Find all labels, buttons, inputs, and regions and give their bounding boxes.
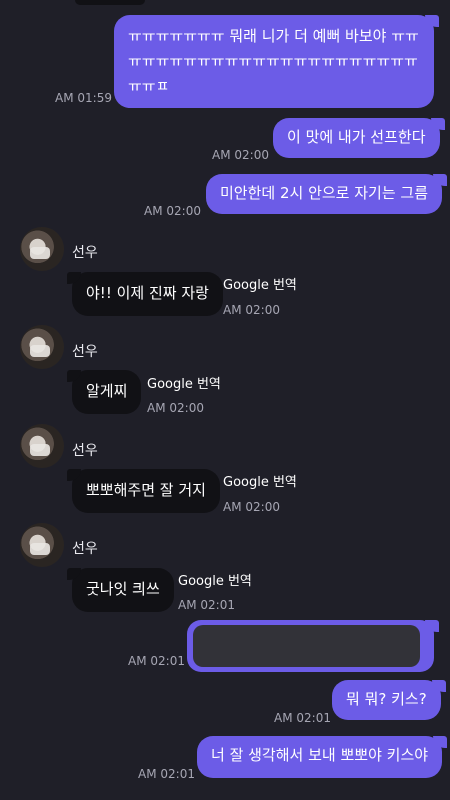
message-time: AM 02:01 bbox=[274, 711, 331, 725]
outgoing-message[interactable]: ㅠㅠㅠㅠㅠㅠㅠ 뭐래 니가 더 예뻐 바보야 ㅠㅠ ㅠㅠㅠㅠㅠㅠㅠㅠㅠㅠㅠㅠㅠㅠ… bbox=[114, 15, 439, 108]
message-time: AM 01:59 bbox=[55, 91, 112, 105]
message-time: AM 02:00 bbox=[144, 204, 201, 218]
sender-name: 선우 bbox=[72, 443, 98, 459]
redacted-outgoing-message[interactable] bbox=[187, 620, 439, 672]
message-text: 뽀뽀해주면 잘 거지 bbox=[86, 481, 206, 499]
sender-name: 선우 bbox=[72, 344, 98, 360]
message-text: 뭐 뭐? 키스? bbox=[346, 690, 427, 708]
incoming-message[interactable]: 굿나잇 킈쓰 bbox=[67, 568, 174, 612]
outgoing-message[interactable]: 너 잘 생각해서 보내 뽀뽀야 키스야 bbox=[197, 736, 448, 778]
outgoing-message[interactable]: 이 맛에 내가 선프한다 bbox=[273, 118, 445, 158]
google-translate-link[interactable]: Google 번역 bbox=[147, 373, 221, 392]
message-text: 미안한데 2시 안으로 자기는 그름 bbox=[220, 184, 429, 202]
message-time: AM 02:00 bbox=[147, 401, 204, 415]
message-text: 굿나잇 킈쓰 bbox=[86, 580, 160, 598]
message-text: 야!! 이제 진짜 자랑 bbox=[86, 284, 209, 302]
incoming-message[interactable]: 야!! 이제 진짜 자랑 bbox=[67, 272, 223, 316]
message-time: AM 02:01 bbox=[128, 654, 185, 668]
google-translate-link[interactable]: Google 번역 bbox=[223, 471, 297, 490]
sender-avatar[interactable] bbox=[20, 523, 64, 567]
message-time: AM 02:00 bbox=[212, 148, 269, 162]
message-text: 이 맛에 내가 선프한다 bbox=[287, 128, 426, 146]
previous-message-remnant bbox=[75, 0, 145, 5]
sender-avatar[interactable] bbox=[20, 325, 64, 369]
redaction-block bbox=[193, 625, 420, 667]
message-time: AM 02:01 bbox=[138, 767, 195, 781]
message-time: AM 02:01 bbox=[178, 598, 235, 612]
message-time: AM 02:00 bbox=[223, 500, 280, 514]
sender-name: 선우 bbox=[72, 541, 98, 557]
message-text: 너 잘 생각해서 보내 뽀뽀야 키스야 bbox=[211, 746, 429, 764]
sender-avatar[interactable] bbox=[20, 424, 64, 468]
chat-thread: ㅠㅠㅠㅠㅠㅠㅠ 뭐래 니가 더 예뻐 바보야 ㅠㅠ ㅠㅠㅠㅠㅠㅠㅠㅠㅠㅠㅠㅠㅠㅠ… bbox=[0, 0, 450, 800]
sender-avatar[interactable] bbox=[20, 227, 64, 271]
incoming-message[interactable]: 알게찌 bbox=[66, 370, 142, 414]
message-text: 알게찌 bbox=[86, 382, 128, 400]
sender-name: 선우 bbox=[72, 245, 98, 261]
outgoing-message[interactable]: 뭐 뭐? 키스? bbox=[332, 680, 446, 720]
message-text: ㅠㅠㅠㅠㅠㅠㅠ 뭐래 니가 더 예뻐 바보야 ㅠㅠ ㅠㅠㅠㅠㅠㅠㅠㅠㅠㅠㅠㅠㅠㅠ… bbox=[128, 27, 419, 95]
incoming-message[interactable]: 뽀뽀해주면 잘 거지 bbox=[67, 469, 220, 513]
message-time: AM 02:00 bbox=[223, 303, 280, 317]
google-translate-link[interactable]: Google 번역 bbox=[178, 570, 252, 589]
google-translate-link[interactable]: Google 번역 bbox=[223, 274, 297, 293]
outgoing-message[interactable]: 미안한데 2시 안으로 자기는 그름 bbox=[206, 174, 448, 214]
